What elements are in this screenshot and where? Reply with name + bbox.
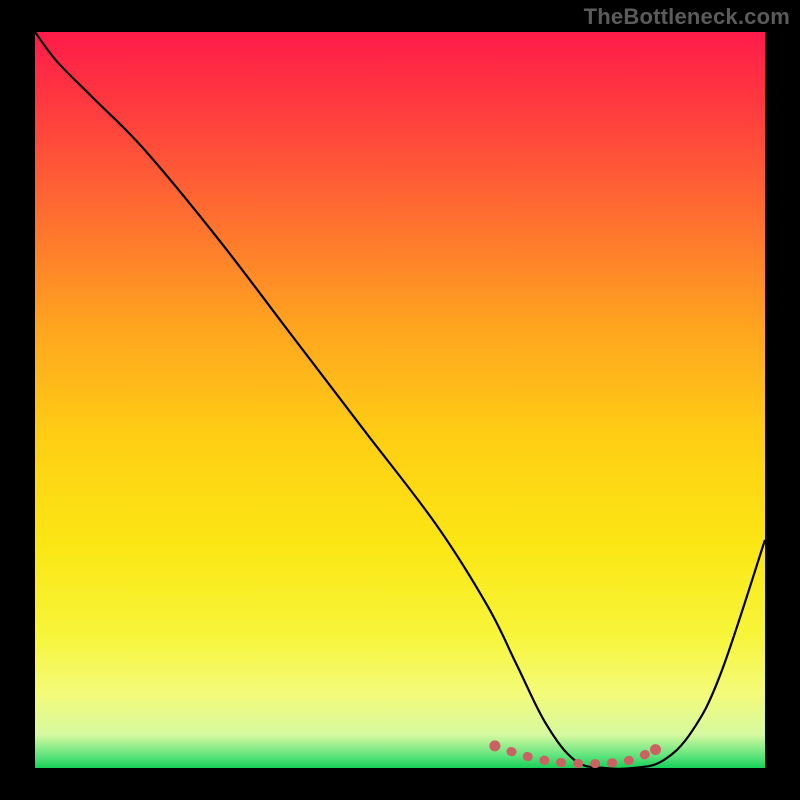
bottleneck-curve-chart: [35, 32, 765, 768]
sweet-spot-end-dot: [650, 744, 661, 755]
gradient-background: [35, 32, 765, 768]
chart-frame: TheBottleneck.com: [0, 0, 800, 800]
watermark-text: TheBottleneck.com: [584, 4, 790, 30]
sweet-spot-start-dot: [489, 740, 500, 751]
plot-area: [35, 32, 765, 768]
